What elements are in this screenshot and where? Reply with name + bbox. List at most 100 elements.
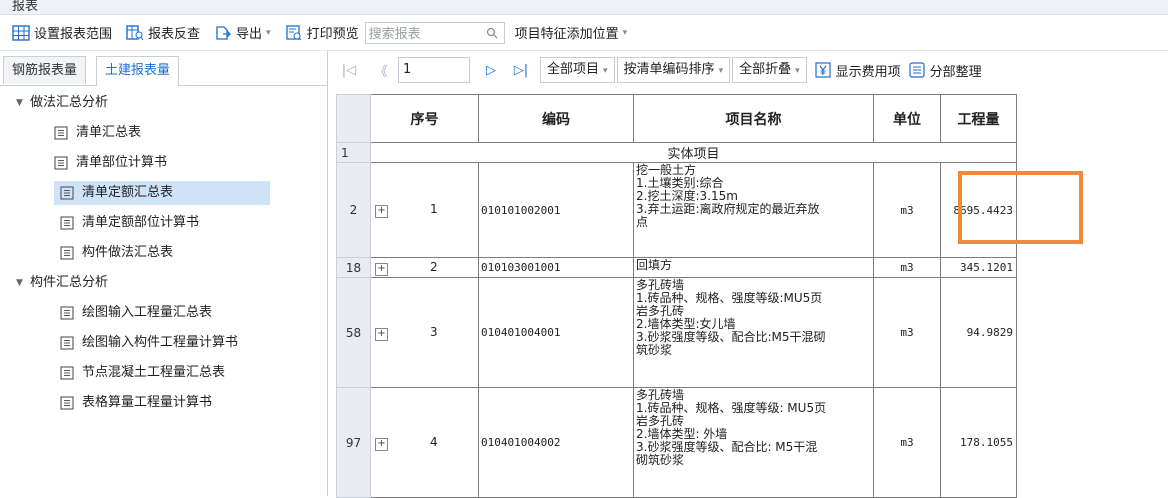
expand-plus-icon[interactable]: + bbox=[375, 205, 388, 218]
name-line: 砌筑砂浆 bbox=[636, 453, 685, 467]
table-row[interactable]: 58 +3 010401004001 多孔砖墙 1.砖品种、规格、强度等级:MU… bbox=[336, 277, 1017, 388]
tree-group-method-summary[interactable]: ▼ 做法汇总分析 bbox=[16, 91, 108, 115]
column-header: 单位 bbox=[873, 94, 941, 143]
report-query-button[interactable]: 报表反查 bbox=[122, 20, 204, 46]
document-icon bbox=[60, 306, 74, 320]
tree-item[interactable]: 绘图输入工程量汇总表 bbox=[60, 301, 212, 325]
tree-item-label: 绘图输入构件工程量计算书 bbox=[82, 335, 239, 350]
expand-arrow-icon[interactable]: ▼ bbox=[16, 271, 30, 295]
table-search-icon bbox=[126, 24, 144, 40]
table-header-row: 序号 编码 项目名称 单位 工程量 bbox=[336, 94, 1017, 143]
seq-cell: +2 bbox=[370, 257, 479, 278]
document-icon bbox=[60, 366, 74, 380]
tab-rebar-report[interactable]: 钢筋报表量 bbox=[3, 56, 87, 84]
expand-plus-icon[interactable]: + bbox=[375, 262, 388, 276]
page-number-value: 1 bbox=[403, 62, 412, 77]
tree-item-label: 构件做法汇总表 bbox=[82, 245, 174, 260]
set-report-range-button[interactable]: 设置报表范围 bbox=[8, 20, 116, 46]
tree-group-label: 做法汇总分析 bbox=[30, 95, 109, 110]
row-number: 58 bbox=[336, 277, 371, 388]
code-cell: 010401004001 bbox=[478, 277, 634, 388]
print-preview-label: 打印预览 bbox=[306, 27, 359, 42]
print-preview-button[interactable]: 打印预览 bbox=[281, 20, 363, 46]
page-number-input[interactable]: 1 bbox=[398, 57, 470, 83]
sort-dropdown[interactable]: 按清单编码排序 ▾ bbox=[616, 57, 731, 83]
column-header: 编码 bbox=[478, 94, 634, 143]
code-cell: 010101002001 bbox=[478, 162, 634, 258]
report-type-tabs: 钢筋报表量 土建报表量 bbox=[0, 51, 327, 86]
quantity-cell: 178.1055 bbox=[940, 387, 1017, 498]
export-button[interactable]: 导出 ▾ bbox=[210, 20, 275, 46]
report-search-input[interactable]: 搜索报表 bbox=[364, 21, 505, 44]
tree-item-label: 清单定额部位计算书 bbox=[82, 215, 200, 230]
document-icon bbox=[60, 246, 74, 260]
row-number: 18 bbox=[336, 257, 371, 278]
seq-cell: +4 bbox=[370, 387, 479, 498]
tree-group-label: 构件汇总分析 bbox=[30, 275, 109, 290]
tree-item[interactable]: 绘图输入构件工程量计算书 bbox=[60, 331, 238, 355]
table-row[interactable]: 97 +4 010401004002 多孔砖墙 1.砖品种、规格、强度等级: M… bbox=[336, 387, 1017, 498]
tab-civil-report-label: 土建报表量 bbox=[105, 63, 171, 78]
fold-dropdown[interactable]: 全部折叠 ▾ bbox=[732, 57, 807, 83]
next-page-icon[interactable]: ▷ bbox=[480, 63, 502, 78]
section-row: 1 实体项目 bbox=[336, 142, 1017, 163]
document-icon bbox=[60, 216, 74, 230]
column-header: 工程量 bbox=[940, 94, 1017, 143]
document-icon bbox=[60, 186, 74, 200]
unit-cell: m3 bbox=[873, 162, 941, 258]
chevron-down-icon: ▾ bbox=[622, 27, 628, 38]
quantity-cell: 94.9829 bbox=[940, 277, 1017, 388]
last-page-icon[interactable]: ▷| bbox=[510, 63, 532, 78]
report-view-panel: |◁ 《 1 ▷ ▷| 全部项目 ▾ 按清单编码排序 ▾ 全部折叠 ▾ 显示费用项 分… bbox=[336, 51, 1168, 498]
document-icon bbox=[54, 156, 68, 170]
tree-item[interactable]: 清单部位计算书 bbox=[54, 151, 167, 175]
expand-plus-icon[interactable]: + bbox=[375, 327, 388, 341]
document-icon bbox=[60, 336, 74, 350]
grid-icon bbox=[12, 24, 30, 41]
tree-item-selected[interactable]: 清单定额汇总表 bbox=[54, 181, 270, 205]
tree-item-label: 清单汇总表 bbox=[76, 125, 142, 140]
column-header: 项目名称 bbox=[633, 94, 874, 143]
row-number: 97 bbox=[336, 387, 371, 498]
seq-value: 4 bbox=[430, 434, 438, 449]
report-nav-bar: |◁ 《 1 ▷ ▷| 全部项目 ▾ 按清单编码排序 ▾ 全部折叠 ▾ 显示费用项 分… bbox=[336, 51, 1168, 89]
yen-icon bbox=[815, 62, 831, 78]
item-name-cell: 回填方 bbox=[633, 257, 874, 278]
set-report-range-label: 设置报表范围 bbox=[34, 27, 113, 42]
tree-item-label: 节点混凝土工程量汇总表 bbox=[82, 365, 226, 380]
seq-value: 2 bbox=[430, 259, 438, 274]
seq-cell: +3 bbox=[370, 277, 479, 388]
table-row[interactable]: 18 +2 010103001001 回填方 m3 345.1201 bbox=[336, 257, 1017, 278]
quantity-cell: 8695.4423 bbox=[940, 162, 1017, 258]
section-title: 实体项目 bbox=[370, 142, 1017, 163]
list-icon bbox=[909, 62, 925, 78]
tree-item[interactable]: 清单汇总表 bbox=[54, 121, 141, 145]
name-line: 3.弃土运距:离政府规定的最近弃放 bbox=[636, 202, 820, 216]
show-fee-button[interactable]: 显示费用项 bbox=[815, 61, 901, 80]
tab-rebar-report-label: 钢筋报表量 bbox=[12, 63, 78, 78]
chevron-down-icon: ▾ bbox=[266, 27, 271, 38]
tree-group-component-summary[interactable]: ▼ 构件汇总分析 bbox=[16, 271, 108, 295]
section-arrange-button[interactable]: 分部整理 bbox=[909, 61, 982, 80]
expand-plus-icon[interactable]: + bbox=[375, 437, 388, 451]
all-items-dropdown[interactable]: 全部项目 ▾ bbox=[540, 57, 615, 83]
unit-cell: m3 bbox=[873, 387, 941, 498]
tree-item[interactable]: 构件做法汇总表 bbox=[54, 241, 173, 265]
expand-arrow-icon[interactable]: ▼ bbox=[16, 91, 30, 115]
export-label: 导出 bbox=[236, 27, 263, 42]
chevron-down-icon: ▾ bbox=[603, 66, 608, 76]
tree-item[interactable]: 节点混凝土工程量汇总表 bbox=[60, 361, 225, 385]
tree-item[interactable]: 清单定额部位计算书 bbox=[54, 211, 199, 235]
document-icon bbox=[60, 396, 74, 410]
first-page-icon[interactable]: |◁ bbox=[338, 63, 360, 78]
chevron-down-icon: ▾ bbox=[718, 66, 724, 76]
table-row[interactable]: 2 +1 010101002001 挖一般土方 1.土壤类别:综合 2.挖土深度… bbox=[336, 162, 1017, 258]
all-items-label: 全部项目 bbox=[547, 62, 600, 77]
tree-item[interactable]: 表格算量工程量计算书 bbox=[60, 391, 212, 415]
row-number-header bbox=[336, 94, 371, 143]
tree-item-label: 表格算量工程量计算书 bbox=[82, 395, 213, 410]
show-fee-label: 显示费用项 bbox=[835, 64, 901, 80]
feature-position-dropdown[interactable]: 项目特征添加位置 ▾ bbox=[511, 20, 632, 46]
prev-page-icon[interactable]: 《 bbox=[370, 61, 392, 80]
tab-civil-report[interactable]: 土建报表量 bbox=[96, 56, 180, 86]
